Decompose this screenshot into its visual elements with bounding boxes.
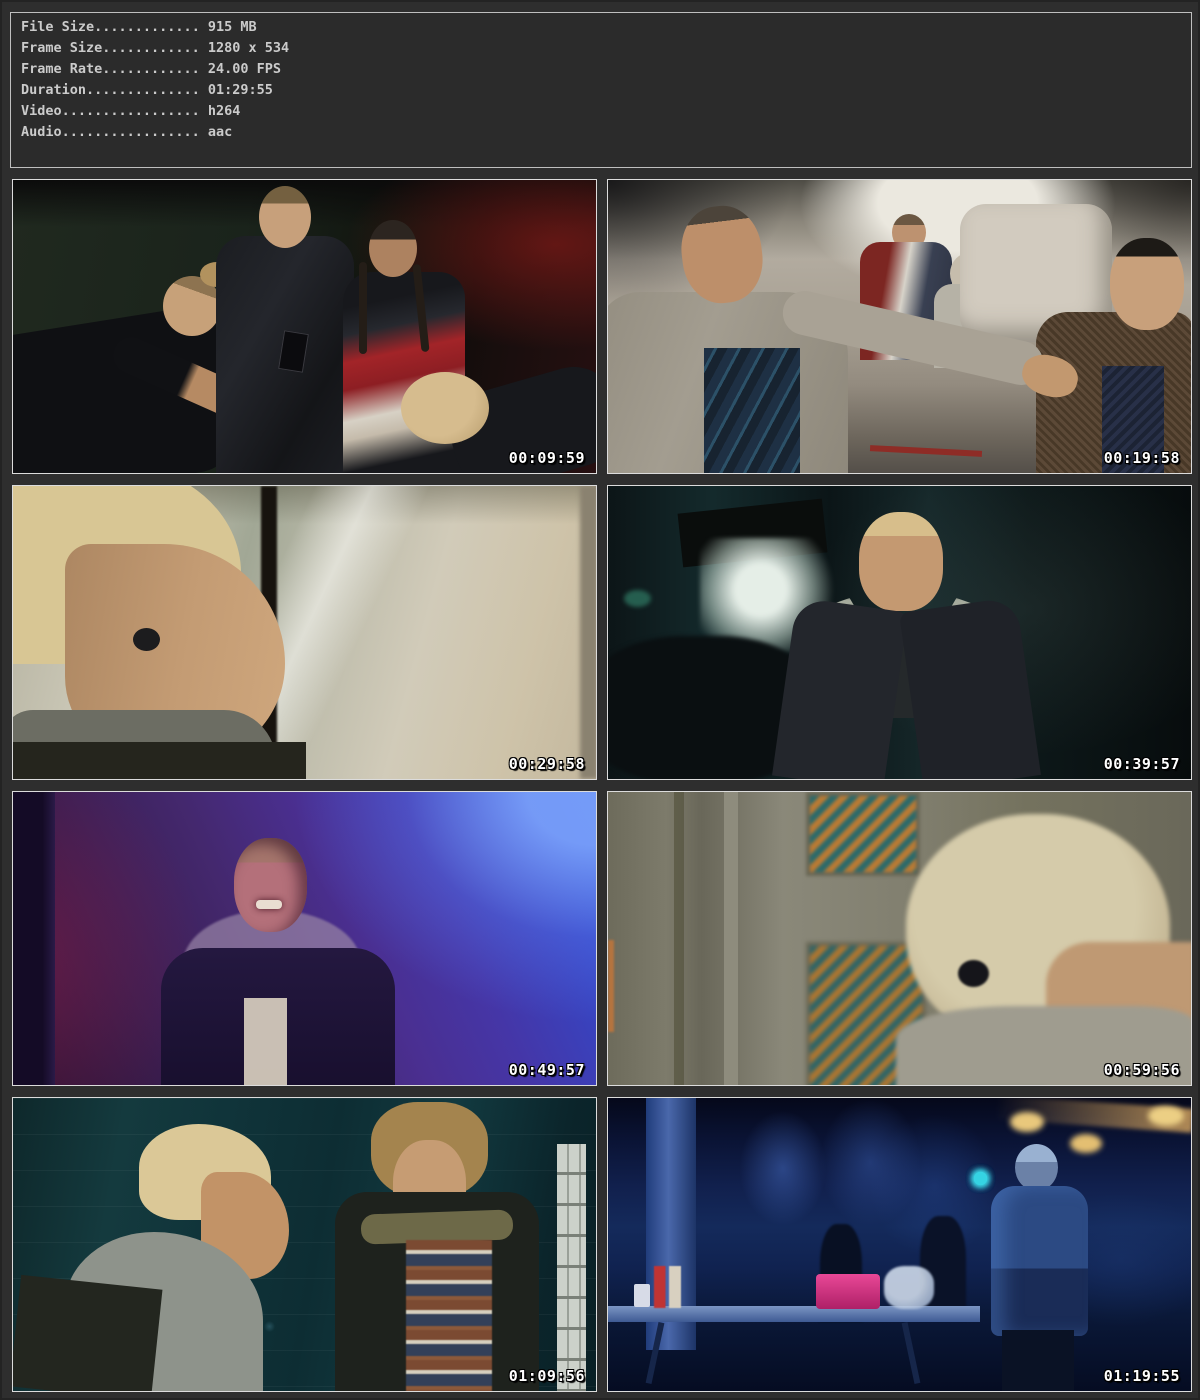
earbud (133, 628, 160, 651)
table-leg (902, 1322, 921, 1384)
window-frame-bar (580, 486, 597, 779)
patterned-sweater (406, 1240, 492, 1392)
door-frame-line (674, 792, 684, 1085)
info-dots: ............ (102, 61, 200, 77)
info-value: 01:29:55 (200, 82, 273, 98)
screenshot-thumbnail-2: 00:19:58 (607, 179, 1192, 474)
info-label: Duration (21, 82, 86, 98)
timestamp-overlay: 01:09:56 (509, 1369, 585, 1384)
person-head (369, 220, 417, 277)
screenshot-thumbnail-8: 01:19:55 (607, 1097, 1192, 1392)
screenshot-thumbnail-3: 00:29:58 (12, 485, 597, 780)
timestamp-overlay: 00:19:58 (1104, 451, 1180, 466)
seat-trim (870, 445, 982, 457)
info-value: aac (200, 124, 232, 140)
dark-jacket (12, 1275, 162, 1392)
file-info-row: Video.................h264 (21, 101, 1191, 122)
braid (359, 262, 367, 354)
ceiling-lamp (1010, 1112, 1044, 1132)
screenshot-sheet: File Size.............915 MB Frame Size.… (0, 0, 1200, 1400)
timestamp-overlay: 00:39:57 (1104, 757, 1180, 772)
cyan-light-column (974, 1172, 987, 1302)
info-value: 915 MB (200, 19, 257, 35)
file-info-row: Frame Size............1280 x 534 (21, 38, 1191, 59)
file-info-row: Duration..............01:29:55 (21, 80, 1191, 101)
file-info-row: Audio.................aac (21, 122, 1191, 143)
file-info-row: Frame Rate............24.00 FPS (21, 59, 1191, 80)
jacket-side (899, 597, 1041, 780)
info-dots: ............. (94, 19, 200, 35)
ceiling-lamp (1070, 1134, 1102, 1153)
water-bottles (884, 1266, 934, 1309)
person-head (259, 186, 311, 248)
cyan-light-dot (974, 1172, 987, 1185)
standing-man (991, 1186, 1088, 1336)
timestamp-overlay: 01:19:55 (1104, 1369, 1180, 1384)
timestamp-overlay: 00:09:59 (509, 451, 585, 466)
timestamp-overlay: 00:49:57 (509, 1063, 585, 1078)
pink-box (816, 1274, 880, 1309)
person-head (1015, 1144, 1058, 1191)
folding-table (608, 1306, 980, 1322)
patterned-shirt (704, 348, 800, 474)
info-value: 1280 x 534 (200, 40, 289, 56)
paper-cup (634, 1284, 650, 1307)
bokeh-light (624, 590, 651, 607)
info-label: Video (21, 103, 62, 119)
timestamp-overlay: 00:59:56 (1104, 1063, 1180, 1078)
light-shirt (244, 998, 287, 1086)
screenshot-thumbnail-5: 00:49:57 (12, 791, 597, 1086)
door-frame-line (724, 792, 738, 1085)
jacket-side (772, 597, 908, 780)
person-head (234, 838, 307, 932)
dark-doorway (13, 792, 55, 1085)
patterned-panel (806, 792, 920, 876)
person-head (859, 512, 943, 611)
foreground-sliver (608, 940, 614, 1032)
white-lattice-post (557, 1144, 586, 1391)
info-label: File Size (21, 19, 94, 35)
info-value: 24.00 FPS (200, 61, 281, 77)
jacket-shoulder (12, 742, 306, 780)
file-info-row: File Size.............915 MB (21, 17, 1191, 38)
earbud (958, 960, 989, 987)
file-info-box: File Size.............915 MB Frame Size.… (10, 12, 1192, 168)
bent-blond-head (401, 372, 489, 444)
info-value: h264 (200, 103, 241, 119)
condiment-bottles (654, 1266, 681, 1308)
info-dots: ............ (102, 40, 200, 56)
person-head (1110, 238, 1184, 330)
info-dots: ................. (62, 124, 200, 140)
timestamp-overlay: 00:29:58 (509, 757, 585, 772)
standing-man-legs (1002, 1330, 1074, 1391)
screenshot-thumbnail-4: 00:39:57 (607, 485, 1192, 780)
screenshot-thumbnail-7: 01:09:56 (12, 1097, 597, 1392)
info-dots: .............. (86, 82, 200, 98)
info-label: Frame Size (21, 40, 102, 56)
info-label: Audio (21, 124, 62, 140)
ceiling-lamp (1148, 1106, 1184, 1126)
screenshot-thumbnail-1: 00:09:59 (12, 179, 597, 474)
info-label: Frame Rate (21, 61, 102, 77)
screenshot-thumbnail-6: 00:59:56 (607, 791, 1192, 1086)
info-dots: ................. (62, 103, 200, 119)
grinning-teeth (256, 900, 282, 909)
